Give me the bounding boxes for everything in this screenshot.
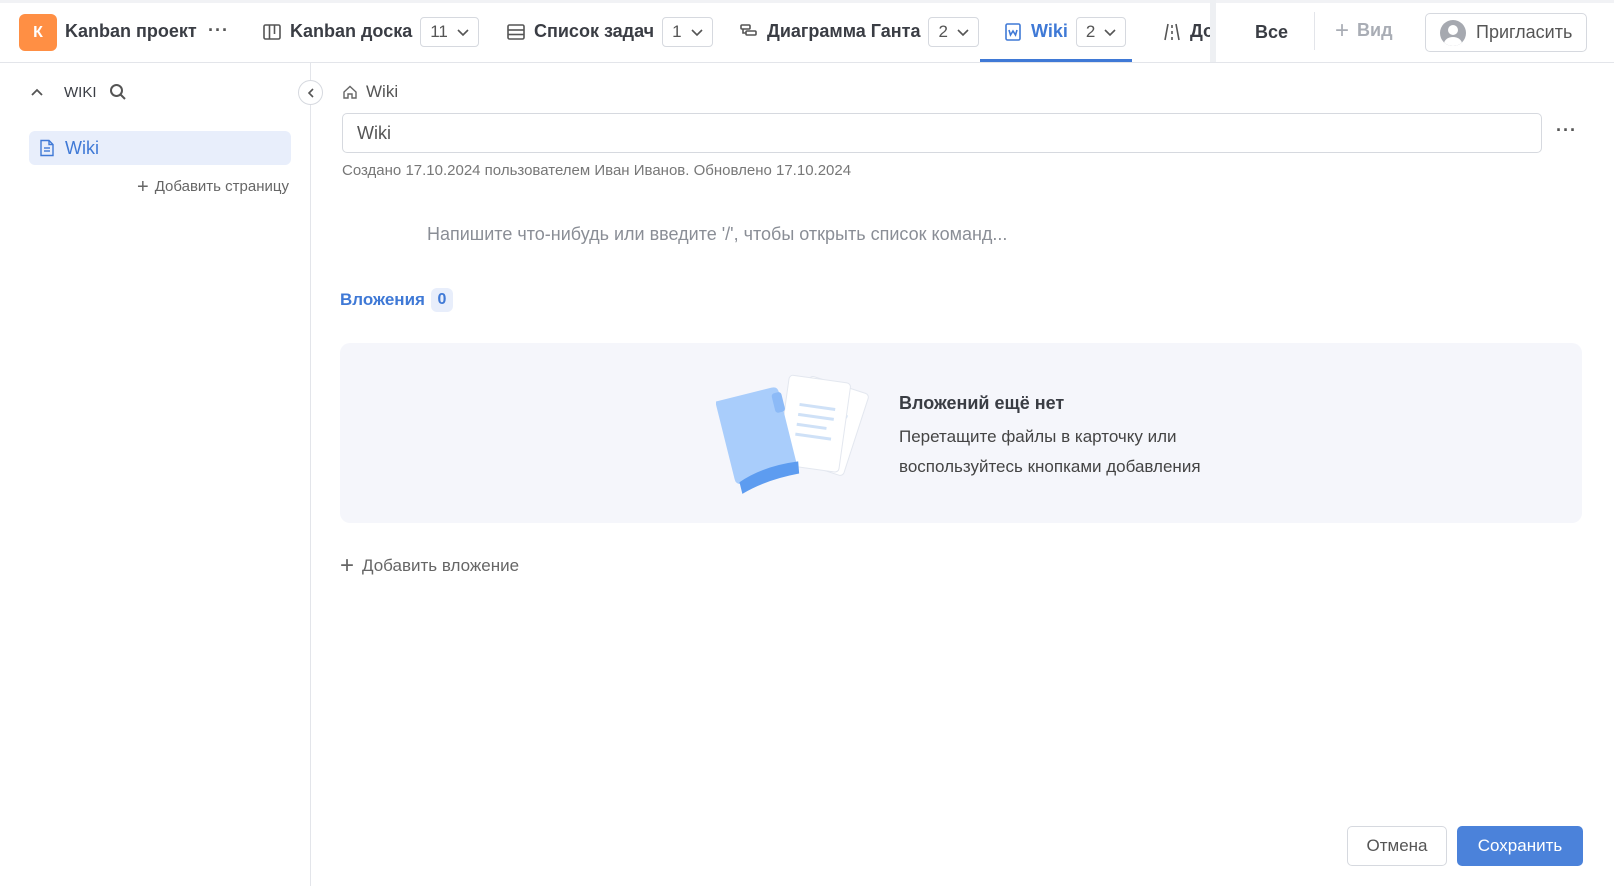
sidebar-header: WIKI (30, 83, 127, 101)
roadmap-icon (1162, 22, 1182, 42)
empty-state-title: Вложений ещё нет (899, 393, 1065, 413)
add-page-button[interactable]: + Добавить страницу (137, 175, 289, 198)
tab-count: 2 (1085, 21, 1096, 41)
attachments-label: Вложения (340, 290, 425, 309)
add-page-label: Добавить страницу (154, 178, 289, 195)
tab-count-dropdown[interactable]: 2 (1075, 16, 1127, 47)
tab-gantt-chart[interactable]: Диаграмма Ганта 2 (739, 0, 979, 63)
invite-label: Пригласить (1476, 22, 1573, 42)
add-view-label: Вид (1357, 20, 1393, 40)
project-name[interactable]: Kanban проект (65, 21, 197, 42)
divider (1314, 12, 1315, 50)
tab-label: Диаграмма Ганта (767, 21, 921, 41)
tab-label: Wiki (1031, 21, 1068, 41)
search-icon[interactable] (109, 83, 127, 101)
page-meta: Создано 17.10.2024 пользователем Иван Ив… (342, 162, 852, 179)
page-title-input[interactable] (342, 113, 1542, 153)
page-more-button[interactable]: ··· (1556, 120, 1577, 141)
chevron-up-icon[interactable] (30, 85, 44, 99)
sidebar-item-label: Wiki (65, 137, 99, 158)
home-icon (343, 85, 357, 99)
breadcrumb-label: Wiki (366, 82, 399, 101)
chevron-down-icon (457, 28, 469, 36)
gantt-chart-icon (739, 22, 759, 42)
tab-count: 11 (430, 21, 448, 41)
tab-count-dropdown[interactable]: 1 (662, 16, 713, 47)
project-avatar[interactable]: К (19, 14, 57, 51)
plus-icon: + (1335, 16, 1350, 44)
sidebar-title: WIKI (64, 83, 97, 101)
empty-state-line: воспользуйтесь кнопками добавления (899, 457, 1201, 476)
attachments-heading[interactable]: Вложения 0 (340, 288, 453, 312)
chevron-down-icon (957, 28, 969, 36)
add-attachment-label: Добавить вложение (362, 556, 520, 575)
empty-state-description: Перетащите файлы в карточку или воспольз… (899, 422, 1259, 482)
cancel-button[interactable]: Отмена (1347, 826, 1447, 866)
chevron-down-icon (1104, 28, 1116, 36)
sidebar-collapse-button[interactable] (298, 80, 323, 105)
save-button[interactable]: Сохранить (1457, 826, 1583, 866)
tab-roadmap-label[interactable]: Дорожі (1190, 0, 1210, 63)
tab-label: Kanban доска (290, 21, 413, 41)
attachments-count-badge: 0 (430, 288, 453, 312)
chevron-left-icon (307, 87, 314, 98)
tab-scroll-fade (1210, 0, 1216, 62)
task-list-icon (506, 22, 526, 42)
plus-icon: + (137, 175, 149, 198)
tab-task-list[interactable]: Список задач 1 (506, 0, 713, 63)
breadcrumb[interactable]: Wiki (342, 82, 398, 102)
attachments-empty-state: Вложений ещё нет Перетащите файлы в карт… (340, 343, 1582, 523)
all-views-button[interactable]: Все (1255, 22, 1288, 43)
tab-wiki[interactable]: Wiki 2 (1003, 0, 1127, 63)
tab-count: 2 (938, 21, 948, 41)
tab-count-dropdown[interactable]: 11 (420, 16, 479, 47)
kanban-board-icon (262, 22, 282, 42)
empty-state-line: Перетащите файлы в карточку или (899, 427, 1177, 446)
top-bar: К Kanban проект ··· Kanban доска 11 Спис… (0, 0, 1614, 63)
invite-button[interactable]: Пригласить (1425, 13, 1587, 52)
wiki-sidebar: WIKI Wiki + Добавить страницу (0, 63, 311, 886)
tab-kanban-board[interactable]: Kanban доска 11 (262, 0, 479, 63)
wiki-icon (1003, 22, 1023, 42)
active-tab-indicator (980, 59, 1132, 62)
tab-label: Список задач (534, 21, 655, 41)
add-attachment-button[interactable]: + Добавить вложение (340, 552, 520, 579)
document-icon (40, 139, 54, 157)
tab-count: 1 (672, 21, 682, 41)
editor-placeholder[interactable]: Напишите что-нибудь или введите '/', что… (427, 224, 1007, 245)
user-avatar-icon (1440, 19, 1466, 46)
tab-label: Дорожі (1190, 21, 1210, 41)
add-view-button[interactable]: + Вид (1335, 16, 1393, 44)
files-illustration-icon (716, 374, 869, 494)
project-more-button[interactable]: ··· (208, 20, 229, 41)
chevron-down-icon (691, 28, 703, 36)
tab-count-dropdown[interactable]: 2 (928, 16, 979, 47)
sidebar-item-wiki[interactable]: Wiki (29, 131, 291, 165)
plus-icon: + (340, 552, 355, 579)
